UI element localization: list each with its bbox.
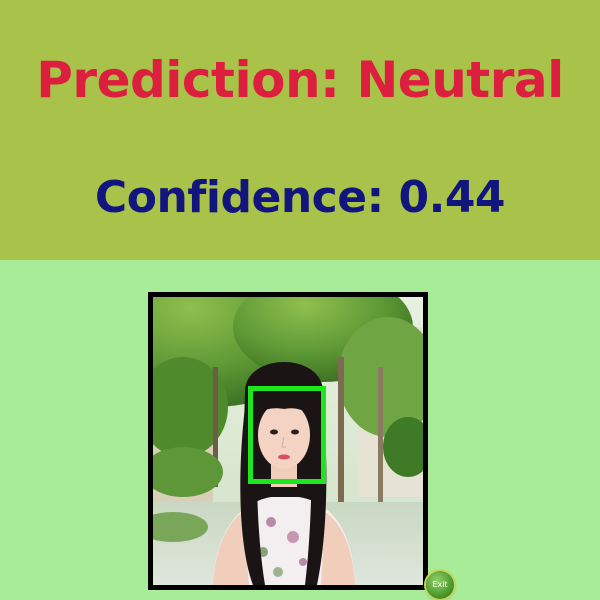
result-header: Prediction: Neutral Confidence: 0.44	[0, 0, 600, 260]
exit-button[interactable]: Exit	[426, 571, 454, 599]
face-detection-box	[248, 386, 326, 484]
prediction-label: Prediction: Neutral	[36, 51, 564, 109]
analyzed-photo	[148, 292, 428, 590]
confidence-label: Confidence: 0.44	[94, 172, 506, 223]
